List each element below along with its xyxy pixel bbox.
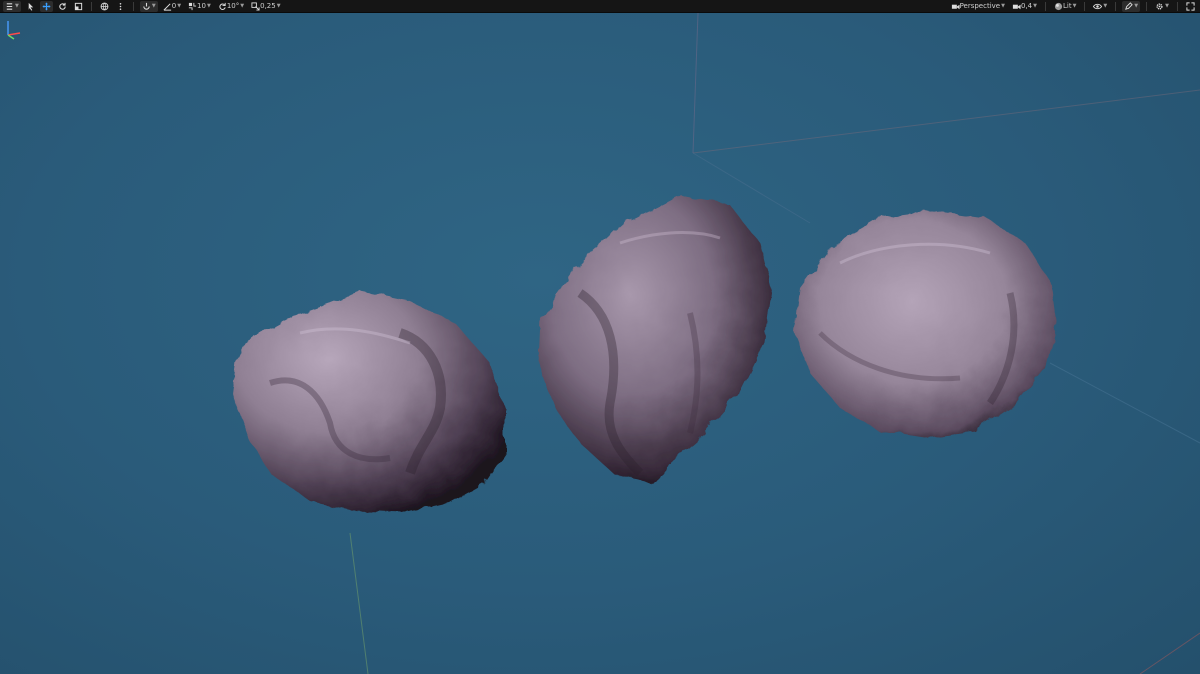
move-arrows-icon bbox=[42, 1, 51, 11]
viewport-settings-dropdown[interactable]: ▼ bbox=[1153, 1, 1171, 12]
grid-line bbox=[692, 89, 1200, 154]
chevron-down-icon: ▼ bbox=[206, 3, 211, 9]
chevron-down-icon: ▼ bbox=[1001, 3, 1005, 9]
toolbar-divider bbox=[1044, 1, 1046, 11]
surface-snap-icon bbox=[143, 2, 150, 10]
chevron-down-icon: ▼ bbox=[1033, 3, 1037, 9]
eye-icon bbox=[1093, 3, 1103, 9]
more-options-button[interactable] bbox=[114, 1, 127, 12]
grid-line bbox=[349, 532, 369, 674]
coordinate-space-button[interactable] bbox=[98, 1, 111, 12]
view-mode-label: Perspective bbox=[959, 2, 1001, 10]
grid-size-value: 10 bbox=[197, 2, 206, 10]
rotate-icon bbox=[59, 2, 66, 10]
scale-snap-icon bbox=[251, 1, 260, 11]
chevron-down-icon: ▼ bbox=[1103, 3, 1108, 9]
menu-icon bbox=[6, 2, 13, 10]
toolbar-divider bbox=[1115, 1, 1117, 11]
chevron-down-icon: ▼ bbox=[276, 3, 281, 9]
chevron-down-icon: ▼ bbox=[240, 3, 245, 9]
grid-lines bbox=[349, 13, 1200, 674]
scale-snap-value: 0,25 bbox=[260, 2, 276, 10]
rotation-snap-icon bbox=[219, 2, 226, 10]
camera-icon bbox=[951, 4, 960, 9]
chevron-down-icon: ▼ bbox=[151, 3, 156, 9]
viewport-scene bbox=[0, 13, 1200, 674]
grid-snap-icon bbox=[188, 2, 197, 10]
rotation-snap-dropdown[interactable]: 10° ▼ bbox=[216, 1, 246, 12]
camera-speed-value: 0,4 bbox=[1020, 2, 1033, 10]
rotation-snap-value: 10° bbox=[226, 2, 240, 10]
chevron-down-icon: ▼ bbox=[1165, 3, 1169, 9]
toolbar-left-group: ▼ ▼ 0 ▼ 10 ▼ 10° ▼ 0,25 ▼ bbox=[3, 0, 283, 12]
viewport-toolbar: ▼ ▼ 0 ▼ 10 ▼ 10° ▼ 0,25 ▼ Perspective ▼ … bbox=[0, 0, 1200, 13]
scale-box-icon bbox=[74, 2, 83, 10]
toolbar-divider bbox=[90, 1, 92, 11]
chevron-down-icon: ▼ bbox=[1072, 3, 1077, 9]
lighting-mode-dropdown[interactable]: Lit ▼ bbox=[1052, 1, 1078, 12]
grid-line bbox=[692, 13, 699, 154]
select-mode-button[interactable] bbox=[24, 1, 37, 12]
viewport-options-button[interactable]: ▼ bbox=[3, 0, 21, 12]
camera-speed-icon bbox=[1012, 4, 1021, 9]
snap-angle-value: 0 bbox=[171, 2, 177, 10]
view-mode-dropdown[interactable]: Perspective ▼ bbox=[949, 1, 1007, 12]
cursor-arrow-icon bbox=[28, 2, 34, 11]
more-vertical-icon bbox=[119, 2, 122, 10]
gear-icon bbox=[1156, 2, 1163, 10]
toolbar-right-group: Perspective ▼ 0,4 ▼ Lit ▼ ▼ ▼ ▼ bbox=[949, 0, 1197, 12]
grid-snap-dropdown[interactable]: 10 ▼ bbox=[186, 1, 213, 12]
maximize-viewport-button[interactable] bbox=[1184, 1, 1197, 12]
snap-angle-dropdown[interactable]: 0 ▼ bbox=[161, 1, 183, 12]
angle-snap-icon bbox=[163, 2, 171, 11]
toolbar-divider bbox=[132, 1, 134, 11]
scale-snap-dropdown[interactable]: 0,25 ▼ bbox=[249, 1, 282, 12]
lit-sphere-icon bbox=[1054, 2, 1063, 10]
axis-gizmo-icon bbox=[7, 21, 21, 40]
scale-mode-button[interactable] bbox=[72, 1, 85, 12]
globe-icon bbox=[100, 2, 109, 10]
show-flags-dropdown[interactable]: ▼ bbox=[1091, 1, 1109, 12]
chevron-down-icon: ▼ bbox=[15, 3, 19, 9]
chevron-down-icon: ▼ bbox=[177, 3, 182, 9]
toolbar-divider bbox=[1177, 1, 1178, 11]
translate-mode-button[interactable] bbox=[39, 0, 53, 12]
maximize-icon bbox=[1186, 1, 1195, 11]
grid-line bbox=[1139, 632, 1200, 674]
rock-mesh-2[interactable] bbox=[538, 195, 772, 483]
camera-speed-dropdown[interactable]: 0,4 ▼ bbox=[1010, 1, 1039, 12]
grid-line bbox=[1049, 362, 1200, 444]
level-viewport[interactable] bbox=[0, 13, 1200, 674]
rock-mesh-3[interactable] bbox=[795, 211, 1056, 438]
pen-icon bbox=[1125, 1, 1134, 10]
toolbar-divider bbox=[1084, 1, 1086, 11]
realtime-toggle-dropdown[interactable]: ▼ bbox=[1122, 0, 1141, 12]
toolbar-divider bbox=[1146, 1, 1148, 11]
rock-mesh-1[interactable] bbox=[0, 13, 505, 513]
rotate-mode-button[interactable] bbox=[56, 1, 69, 12]
surface-snap-button[interactable]: ▼ bbox=[139, 0, 158, 12]
chevron-down-icon: ▼ bbox=[1134, 3, 1139, 9]
lighting-mode-label: Lit bbox=[1062, 2, 1072, 10]
